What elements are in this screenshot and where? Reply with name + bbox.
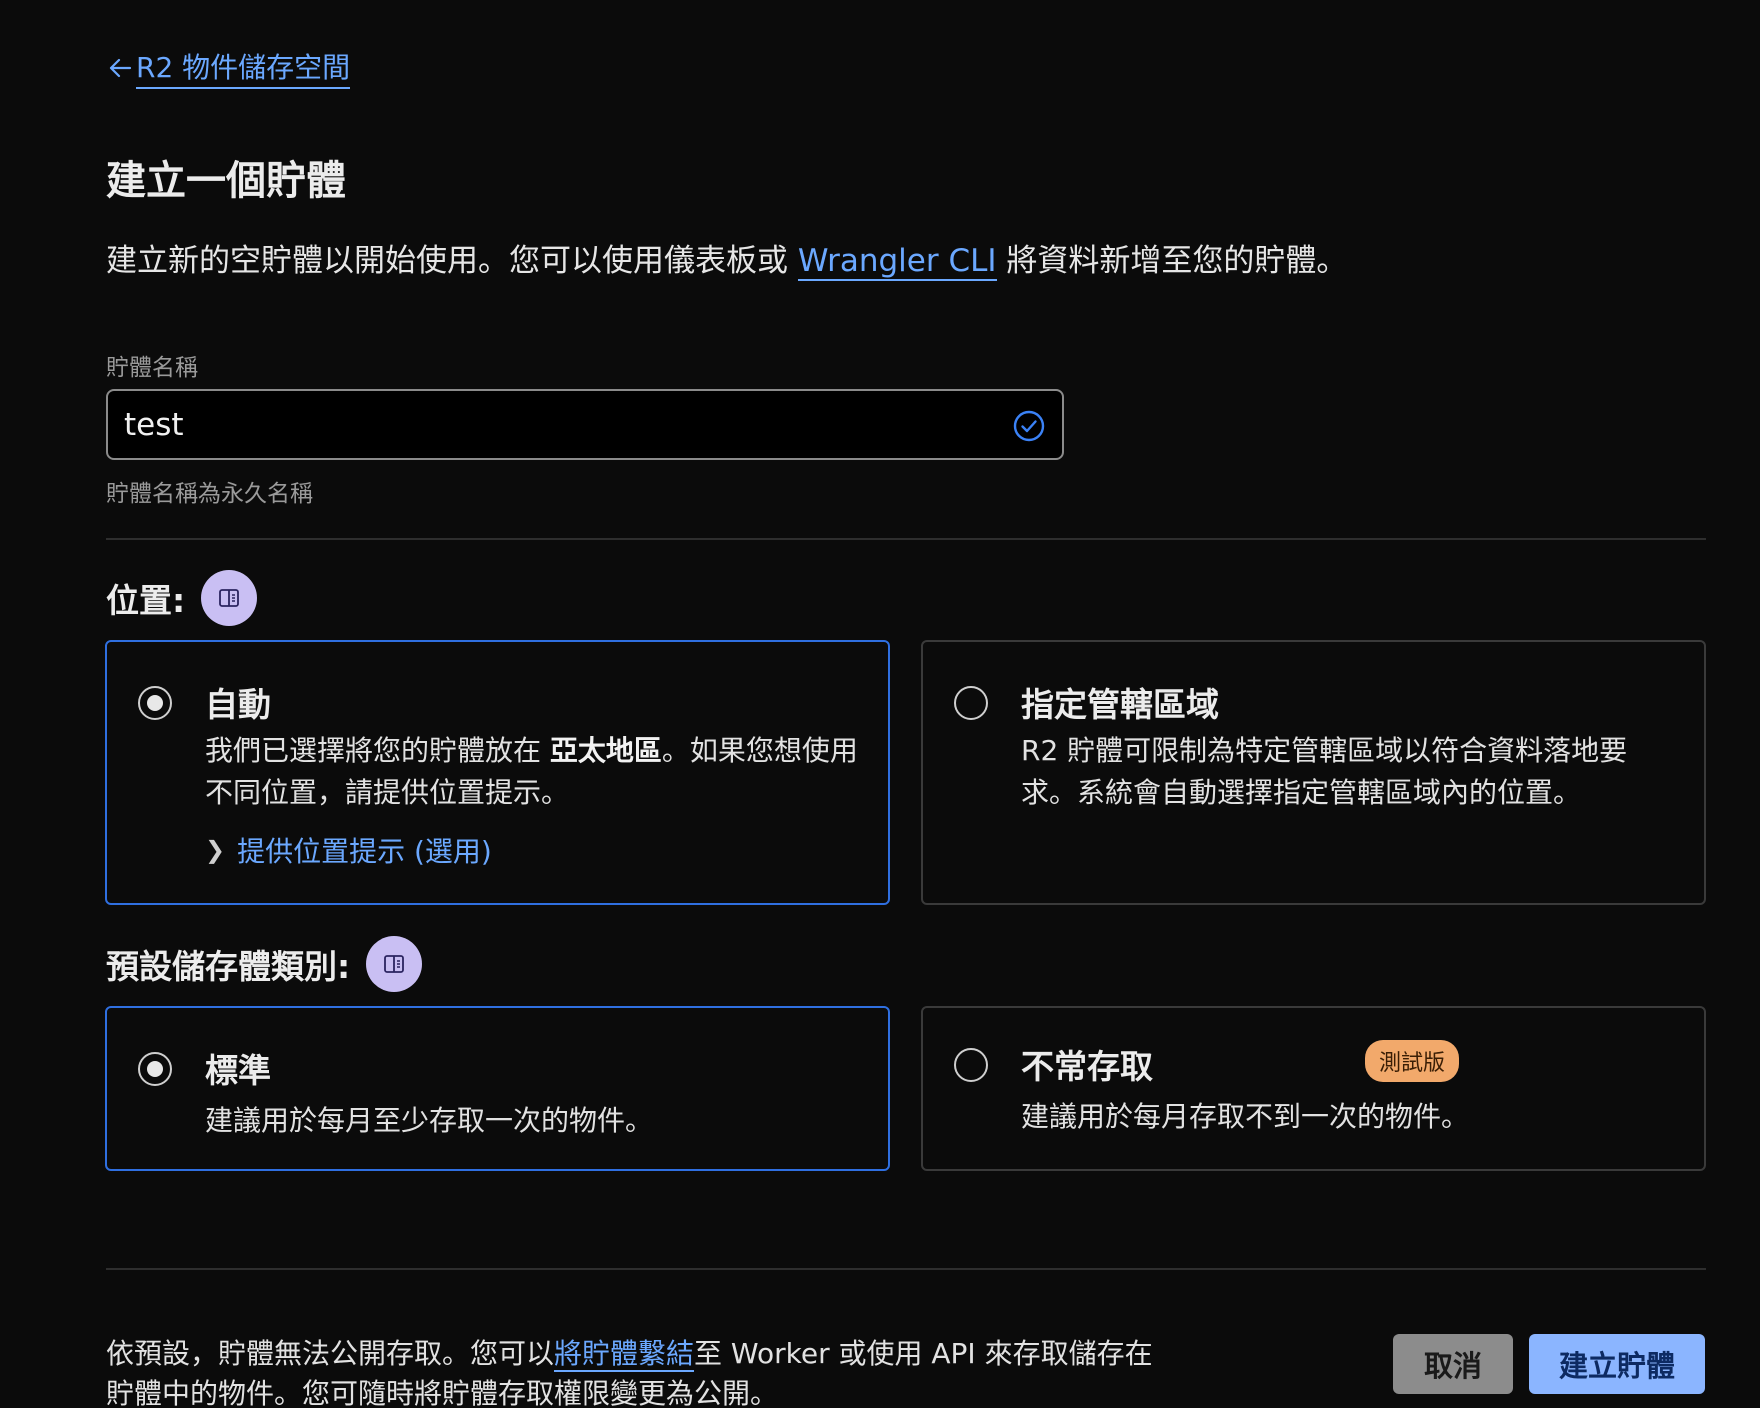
arrow-left-icon xyxy=(109,58,132,77)
docs-book-icon[interactable] xyxy=(366,936,423,992)
cancel-button[interactable]: 取消 xyxy=(1393,1334,1513,1394)
option-description: 我們已選擇將您的貯體放在 亞太地區。如果您想使用不同位置，請提供位置提示。 xyxy=(205,730,858,814)
location-hint-toggle-label: 提供位置提示 (選用) xyxy=(237,835,492,868)
public-access-note: 依預設，貯體無法公開存取。您可以將貯體繫結至 Worker 或使用 API 來存… xyxy=(106,1334,1156,1408)
bind-bucket-link[interactable]: 將貯體繫結 xyxy=(554,1337,695,1372)
page-title: 建立一個貯體 xyxy=(106,158,346,204)
back-link-label: R2 物件儲存空間 xyxy=(136,46,351,89)
option-description: 建議用於每月存取不到一次的物件。 xyxy=(1021,1100,1470,1133)
wrangler-cli-link[interactable]: Wrangler CLI xyxy=(797,243,997,281)
option-title: 標準 xyxy=(205,1051,271,1090)
region-name: 亞太地區 xyxy=(549,734,662,767)
location-auto-radio[interactable] xyxy=(138,686,172,720)
subtitle-text-after: 將資料新增至您的貯體。 xyxy=(996,243,1348,279)
storage-standard-radio[interactable] xyxy=(138,1052,172,1086)
create-bucket-button[interactable]: 建立貯體 xyxy=(1529,1334,1705,1394)
option-description-text: 我們已選擇將您的貯體放在 xyxy=(205,734,550,767)
beta-badge: 測試版 xyxy=(1365,1040,1460,1082)
location-hint-toggle[interactable]: ❯ 提供位置提示 (選用) xyxy=(205,830,492,870)
option-title: 不常存取 xyxy=(1021,1047,1153,1086)
option-description: R2 貯體可限制為特定管轄區域以符合資料落地要求。系統會自動選擇指定管轄區域內的… xyxy=(1021,734,1628,809)
location-jurisdiction-radio[interactable] xyxy=(954,686,988,720)
check-circle-icon xyxy=(1013,410,1045,442)
subtitle-text: 建立新的空貯體以開始使用。您可以使用儀表板或 xyxy=(106,243,798,279)
create-bucket-page: R2 物件儲存空間 建立一個貯體 建立新的空貯體以開始使用。您可以使用儀表板或 … xyxy=(0,0,1760,1408)
bucket-name-field xyxy=(106,389,1064,460)
option-description: 建議用於每月至少存取一次的物件。 xyxy=(205,1104,654,1137)
storage-class-heading: 預設儲存體類別: xyxy=(106,936,423,992)
book-icon xyxy=(384,955,405,973)
divider xyxy=(106,538,1706,540)
bucket-name-label: 貯體名稱 xyxy=(106,355,198,381)
storage-infrequent-radio[interactable] xyxy=(954,1048,988,1082)
storage-class-heading-label: 預設儲存體類別: xyxy=(106,947,351,986)
note-text: 依預設，貯體無法公開存取。您可以 xyxy=(106,1337,555,1370)
page-subtitle: 建立新的空貯體以開始使用。您可以使用儀表板或 Wrangler CLI 將資料新… xyxy=(106,235,1348,281)
chevron-right-icon: ❯ xyxy=(205,836,226,864)
bucket-name-hint: 貯體名稱為永久名稱 xyxy=(106,481,313,507)
location-heading: 位置: xyxy=(106,570,258,626)
location-option-jurisdiction[interactable]: 指定管轄區域 R2 貯體可限制為特定管轄區域以符合資料落地要求。系統會自動選擇指… xyxy=(921,640,1706,905)
storage-class-option-standard[interactable]: 標準 建議用於每月至少存取一次的物件。 xyxy=(105,1006,890,1171)
option-title: 指定管轄區域 xyxy=(1021,685,1219,724)
option-title: 自動 xyxy=(205,685,271,724)
back-link[interactable]: R2 物件儲存空間 xyxy=(106,46,351,89)
book-icon xyxy=(219,589,240,607)
location-heading-label: 位置: xyxy=(106,581,186,620)
docs-book-icon[interactable] xyxy=(201,570,258,626)
divider xyxy=(106,1268,1706,1270)
bucket-name-input[interactable] xyxy=(108,405,986,444)
storage-class-option-infrequent[interactable]: 不常存取 測試版 建議用於每月存取不到一次的物件。 xyxy=(921,1006,1706,1171)
location-option-automatic[interactable]: 自動 我們已選擇將您的貯體放在 亞太地區。如果您想使用不同位置，請提供位置提示。… xyxy=(105,640,890,905)
